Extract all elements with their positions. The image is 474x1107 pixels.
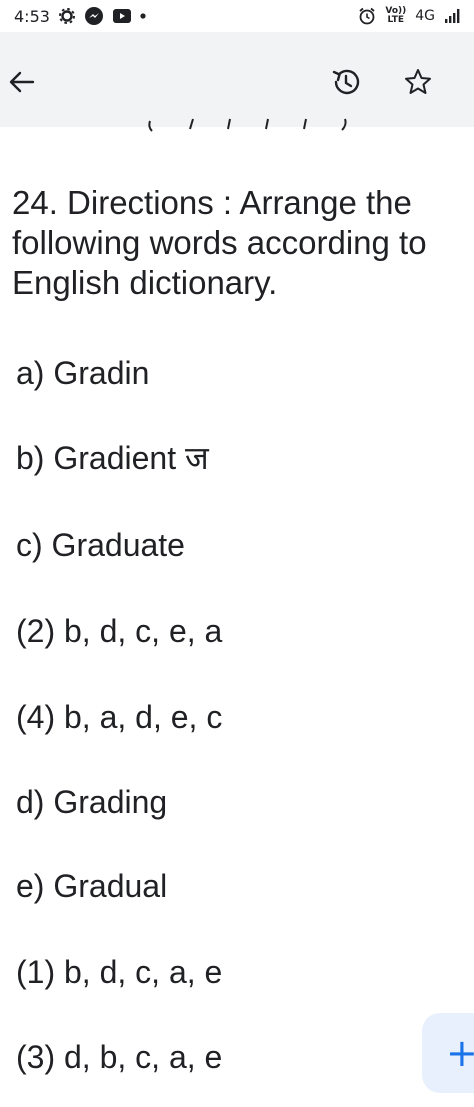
status-bar-left: 4:53 <box>14 6 146 26</box>
settings-icon <box>58 8 75 24</box>
back-button[interactable] <box>2 62 42 102</box>
answer-choice-3: (3) d, b, c, a, e <box>16 1039 223 1075</box>
volte-bottom-label: LTE <box>387 15 405 25</box>
signal-icon <box>444 8 460 24</box>
option-b: b) Gradient ज <box>16 440 209 476</box>
answer-choice-4: (4) b, a, d, e, c <box>16 699 223 735</box>
option-a: a) Gradin <box>16 355 150 391</box>
option-c: c) Graduate <box>16 527 185 563</box>
back-arrow-icon <box>9 71 35 93</box>
alarm-icon <box>358 7 376 25</box>
network-type: 4G <box>415 8 435 24</box>
question-text: 24. Directions : Arrange the following w… <box>12 184 427 301</box>
history-icon <box>332 69 360 95</box>
option-e: e) Gradual <box>16 868 168 904</box>
status-bar-right: Vo)) LTE 4G <box>358 7 460 25</box>
question-content: 24. Directions : Arrange the following w… <box>12 183 462 303</box>
notification-dot-icon <box>140 13 146 19</box>
plus-icon: + <box>446 1031 474 1075</box>
status-time: 4:53 <box>14 6 50 26</box>
star-icon <box>405 69 431 94</box>
option-d: d) Grading <box>16 784 168 820</box>
add-button[interactable]: + <box>422 1013 474 1093</box>
youtube-icon <box>112 9 131 23</box>
status-bar: 4:53 Vo)) LTE 4G <box>0 0 474 32</box>
cropped-text-remnant <box>0 113 474 133</box>
messenger-icon <box>84 6 104 26</box>
volte-icon: Vo)) LTE <box>385 7 406 25</box>
history-button[interactable] <box>326 62 366 102</box>
answer-choice-1: (1) b, d, c, a, e <box>16 954 223 990</box>
favorite-button[interactable] <box>398 62 438 102</box>
answer-choice-2: (2) b, d, c, e, a <box>16 613 223 649</box>
